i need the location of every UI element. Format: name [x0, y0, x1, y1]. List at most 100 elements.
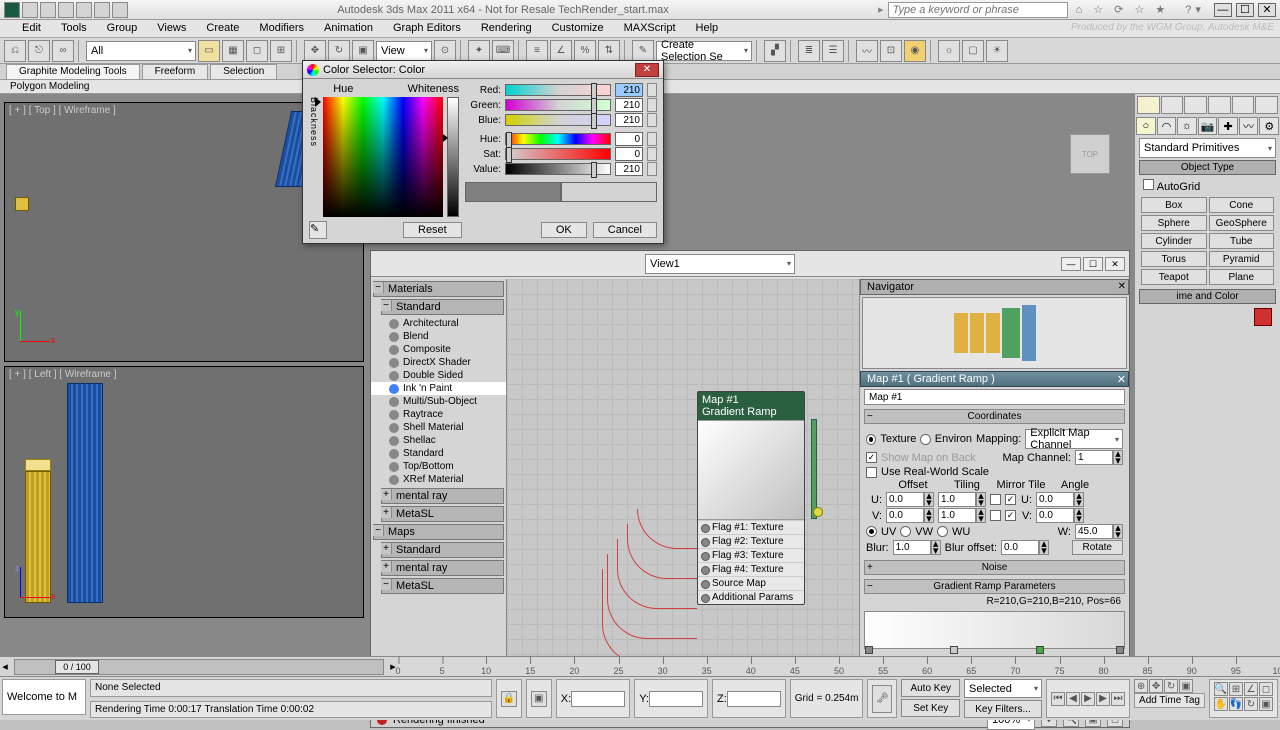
- vnav-pan-icon[interactable]: ✋: [1214, 697, 1228, 711]
- goto-start-icon[interactable]: ⏮: [1051, 692, 1065, 706]
- viewport-top-label[interactable]: [ + ] [ Top ] [ Wireframe ]: [9, 105, 116, 116]
- mat-raytrace[interactable]: Raytrace: [371, 408, 506, 421]
- mat-blend[interactable]: Blend: [371, 330, 506, 343]
- scale-icon[interactable]: ▣: [352, 40, 374, 62]
- mat-multisub[interactable]: Multi/Sub-Object: [371, 395, 506, 408]
- maximize-button[interactable]: ☐: [1236, 3, 1254, 17]
- angle-snap-icon[interactable]: ∠: [550, 40, 572, 62]
- prim-geosphere[interactable]: GeoSphere: [1209, 215, 1275, 231]
- cancel-button[interactable]: Cancel: [593, 222, 657, 238]
- tab-modify[interactable]: [1161, 96, 1184, 114]
- tile-v[interactable]: ✓: [1005, 510, 1016, 521]
- mat-directx[interactable]: DirectX Shader: [371, 356, 506, 369]
- whiteness-bar[interactable]: [447, 97, 459, 217]
- material-editor-icon[interactable]: ◉: [904, 40, 926, 62]
- transform-x[interactable]: [571, 691, 625, 707]
- red-value[interactable]: [615, 83, 643, 97]
- mirror-u[interactable]: [990, 494, 1001, 505]
- green-slider[interactable]: [505, 99, 611, 111]
- render-frame-icon[interactable]: ▢: [962, 40, 984, 62]
- rollout-namecolor[interactable]: ime and Color: [1139, 289, 1276, 304]
- tiling-v[interactable]: [938, 508, 976, 523]
- open-icon[interactable]: [40, 2, 56, 18]
- slate-max-button[interactable]: ☐: [1083, 257, 1103, 271]
- offset-v[interactable]: [886, 508, 924, 523]
- tab-create[interactable]: [1137, 96, 1160, 114]
- nav2-icon[interactable]: ✥: [1149, 679, 1163, 693]
- help-icon[interactable]: ?▾: [1185, 3, 1205, 16]
- undo-icon[interactable]: [76, 2, 92, 18]
- mapchannel-spinner[interactable]: [1075, 450, 1113, 465]
- subtab-shapes[interactable]: ◠: [1157, 117, 1177, 135]
- nav3-icon[interactable]: ↻: [1164, 679, 1178, 693]
- tab-utilities[interactable]: [1255, 96, 1278, 114]
- next-frame-icon[interactable]: ▶: [1096, 692, 1110, 706]
- transform-y[interactable]: [649, 691, 703, 707]
- percent-snap-icon[interactable]: %: [574, 40, 596, 62]
- new-icon[interactable]: [22, 2, 38, 18]
- mat-topbottom[interactable]: Top/Bottom: [371, 460, 506, 473]
- vnav-region-icon[interactable]: ◻: [1259, 682, 1273, 696]
- isolate-icon[interactable]: ▣: [531, 691, 547, 707]
- color-dialog-close[interactable]: ✕: [635, 63, 659, 77]
- timetag[interactable]: Add Time Tag: [1134, 693, 1205, 708]
- mat-shellac[interactable]: Shellac: [371, 434, 506, 447]
- timeline-prev[interactable]: ◂: [0, 660, 10, 673]
- sat-slider[interactable]: [505, 148, 611, 160]
- keyfilters-button[interactable]: Key Filters...: [964, 700, 1042, 718]
- node-map1-outbar[interactable]: [811, 419, 817, 519]
- snap-icon[interactable]: ≡: [526, 40, 548, 62]
- unlink-icon[interactable]: ⎋: [28, 40, 50, 62]
- setkey-button[interactable]: Set Key: [901, 699, 960, 717]
- prev-frame-icon[interactable]: ◀: [1066, 692, 1080, 706]
- tab-graphite[interactable]: Graphite Modeling Tools: [6, 64, 140, 79]
- tab-selection[interactable]: Selection: [210, 64, 277, 79]
- prim-sphere[interactable]: Sphere: [1141, 215, 1207, 231]
- subtab-systems[interactable]: ⚙: [1259, 117, 1279, 135]
- menu-group[interactable]: Group: [97, 20, 148, 37]
- navigator-view[interactable]: [862, 297, 1127, 369]
- menu-customize[interactable]: Customize: [542, 20, 614, 37]
- play-icon[interactable]: ▶: [1081, 692, 1095, 706]
- check-showmap[interactable]: ✓: [866, 452, 877, 463]
- render-icon[interactable]: ☀: [986, 40, 1008, 62]
- check-autogrid[interactable]: [1143, 179, 1154, 190]
- navigator-close-icon[interactable]: ✕: [1118, 281, 1126, 292]
- angle-u[interactable]: [1036, 492, 1074, 507]
- slot-flag3[interactable]: Flag #3: Texture: [698, 548, 804, 562]
- navigator-header[interactable]: Navigator✕: [860, 279, 1129, 295]
- mapping-combo[interactable]: Explicit Map Channel: [1025, 429, 1123, 449]
- rollout-coordinates[interactable]: Coordinates: [864, 409, 1125, 424]
- mat-inknpaint[interactable]: Ink 'n Paint: [371, 382, 506, 395]
- select-link-icon[interactable]: ⎌: [4, 40, 26, 62]
- nav4-icon[interactable]: ▣: [1179, 679, 1193, 693]
- subtab-geometry[interactable]: ○: [1136, 117, 1156, 135]
- prim-torus[interactable]: Torus: [1141, 251, 1207, 267]
- transform-z[interactable]: [727, 691, 781, 707]
- render-setup-icon[interactable]: ☼: [938, 40, 960, 62]
- autokey-button[interactable]: Auto Key: [901, 679, 960, 697]
- prim-tube[interactable]: Tube: [1209, 233, 1275, 249]
- create-category-combo[interactable]: Standard Primitives: [1139, 138, 1276, 158]
- menu-create[interactable]: Create: [196, 20, 249, 37]
- gradient-bar[interactable]: [864, 611, 1125, 649]
- named-sel-combo[interactable]: Create Selection Se: [656, 41, 752, 61]
- slate-close-button[interactable]: ✕: [1105, 257, 1125, 271]
- blur-spinner[interactable]: [893, 540, 931, 555]
- hue-slider[interactable]: [505, 133, 611, 145]
- mat-shellmaterial[interactable]: Shell Material: [371, 421, 506, 434]
- tab-display[interactable]: [1232, 96, 1255, 114]
- infocenter-icons[interactable]: ⌂ ☆ ⟳ ☆ ★: [1076, 3, 1170, 16]
- close-button[interactable]: ✕: [1258, 3, 1276, 17]
- mat-composite[interactable]: Composite: [371, 343, 506, 356]
- tab-hierarchy[interactable]: [1184, 96, 1207, 114]
- time-slider-track[interactable]: 0 / 100: [14, 659, 384, 675]
- radio-uv[interactable]: [866, 526, 877, 537]
- pivot-icon[interactable]: ⊙: [434, 40, 456, 62]
- link-icon[interactable]: [112, 2, 128, 18]
- angle-w[interactable]: [1075, 524, 1113, 539]
- menu-edit[interactable]: Edit: [12, 20, 51, 37]
- object-color-swatch[interactable]: [1254, 308, 1272, 326]
- menu-animation[interactable]: Animation: [314, 20, 383, 37]
- time-ruler[interactable]: 0510152025303540455055606570758085909510…: [398, 658, 1280, 676]
